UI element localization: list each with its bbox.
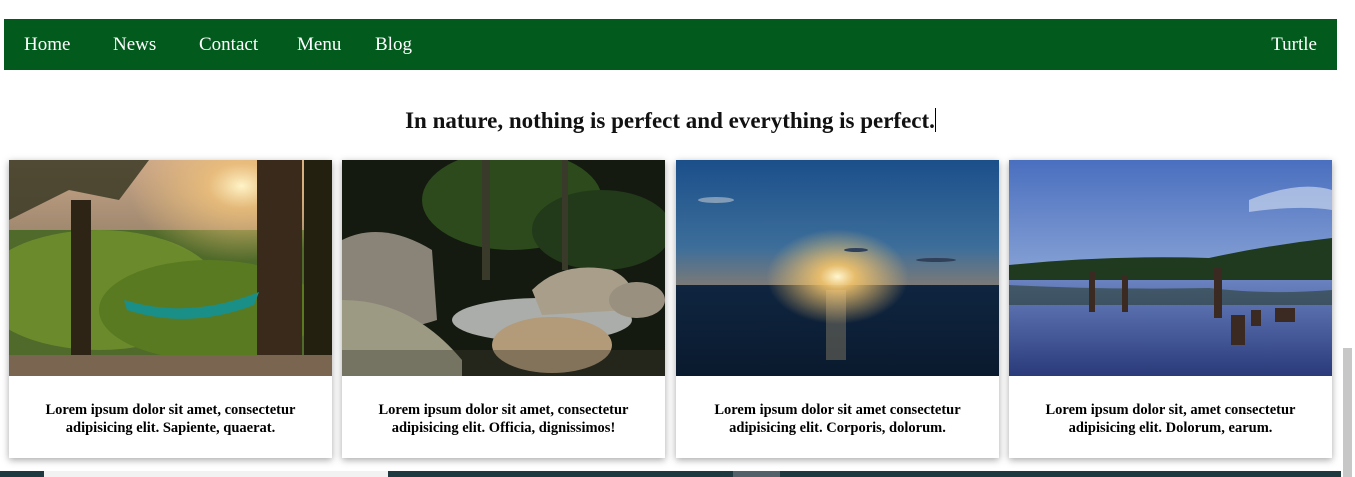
card-caption: Lorem ipsum dolor sit amet, consectetur … (378, 402, 629, 436)
quote-text: In nature, nothing is perfect and everyt… (405, 108, 935, 133)
nav-link-menu[interactable]: Menu (297, 34, 341, 56)
forest-hammock-photo (9, 160, 332, 376)
footer-strip (0, 471, 1341, 477)
card-caption: Lorem ipsum dolor sit amet, consectetur … (45, 402, 296, 436)
nav-link-news[interactable]: News (113, 34, 156, 56)
nav-link-home[interactable]: Home (24, 34, 70, 56)
forest-stream-rocks-photo (342, 160, 665, 376)
vertical-scrollbar[interactable] (1341, 0, 1355, 477)
footer-segment (44, 471, 388, 477)
scrollbar-thumb[interactable] (1343, 348, 1352, 477)
card[interactable]: Lorem ipsum dolor sit amet consectetur a… (676, 160, 999, 458)
footer-segment (733, 471, 780, 477)
brand-link[interactable]: Turtle (1271, 34, 1317, 56)
text-caret (934, 108, 936, 132)
card[interactable]: Lorem ipsum dolor sit amet, consectetur … (9, 160, 332, 458)
nav-link-blog[interactable]: Blog (375, 34, 412, 56)
top-navbar: Home News Contact Menu Blog Turtle (4, 19, 1337, 70)
nav-link-contact[interactable]: Contact (199, 34, 258, 56)
page-quote: In nature, nothing is perfect and everyt… (0, 108, 1341, 134)
card[interactable]: Lorem ipsum dolor sit amet, consectetur … (342, 160, 665, 458)
card-caption: Lorem ipsum dolor sit amet consectetur a… (714, 402, 961, 436)
lake-pilings-dusk-photo (1009, 160, 1332, 376)
ocean-sunset-photo (676, 160, 999, 376)
card[interactable]: Lorem ipsum dolor sit, amet consectetur … (1009, 160, 1332, 458)
card-caption: Lorem ipsum dolor sit, amet consectetur … (1045, 402, 1296, 436)
